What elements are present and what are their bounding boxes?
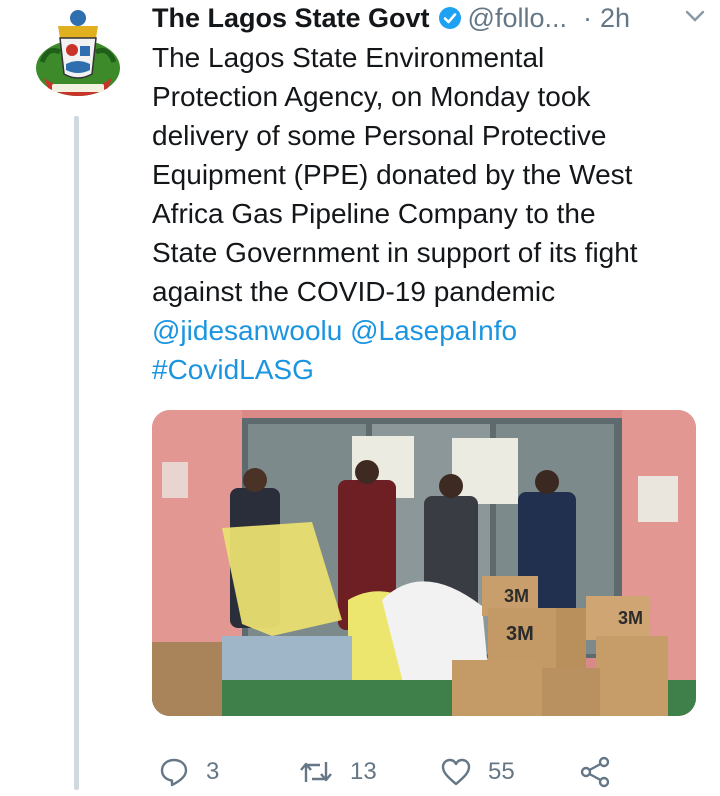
verified-icon xyxy=(438,7,461,29)
separator-dot: · xyxy=(583,2,592,33)
author-name[interactable]: The Lagos State Govt xyxy=(152,3,430,34)
tweet-line: Africa Gas Pipeline Company to the xyxy=(152,198,596,229)
box-label: 3M xyxy=(504,586,529,606)
thread-line xyxy=(74,116,79,790)
tweet-line: Protection Agency, on Monday took xyxy=(152,81,591,112)
tweet-actions: 3 13 55 xyxy=(152,748,712,796)
mention-link[interactable]: @jidesanwoolu xyxy=(152,315,342,346)
tweet-text: The Lagos State Environmental Protection… xyxy=(152,38,712,389)
box-label: 3M xyxy=(506,623,534,645)
reply-count: 3 xyxy=(206,758,220,785)
retweet-button[interactable]: 13 xyxy=(298,748,377,796)
tweet-line: State Government in support of its fight xyxy=(152,237,638,268)
retweet-count: 13 xyxy=(350,758,377,785)
tweet-photo[interactable]: 3M 3M 3M xyxy=(152,410,696,716)
tweet-line: Equipment (PPE) donated by the West xyxy=(152,159,633,190)
mention-link[interactable]: @LasepaInfo xyxy=(350,315,517,346)
like-count: 55 xyxy=(488,758,515,785)
chevron-down-icon[interactable] xyxy=(684,8,706,24)
like-icon xyxy=(441,758,471,786)
tweet-header: The Lagos State Govt @follo... · 2h xyxy=(152,0,712,36)
reply-icon xyxy=(160,758,188,787)
like-button[interactable]: 55 xyxy=(440,748,515,796)
reply-button[interactable]: 3 xyxy=(158,748,219,796)
mentions-line: @jidesanwoolu @LasepaInfo xyxy=(152,311,712,350)
retweet-icon xyxy=(300,762,332,782)
share-icon xyxy=(580,756,610,788)
share-button[interactable] xyxy=(578,748,628,796)
hashtag-line: #CovidLASG xyxy=(152,350,712,389)
avatar[interactable] xyxy=(30,6,126,104)
tweet-line: against the COVID-19 pandemic xyxy=(152,276,556,307)
box-label: 3M xyxy=(618,608,643,628)
hashtag-link[interactable]: #CovidLASG xyxy=(152,354,314,385)
author-handle[interactable]: @follo... xyxy=(468,3,567,34)
tweet-line: The Lagos State Environmental xyxy=(152,42,545,73)
tweet-line: delivery of some Personal Protective xyxy=(152,120,607,151)
tweet-time[interactable]: 2h xyxy=(600,3,630,34)
